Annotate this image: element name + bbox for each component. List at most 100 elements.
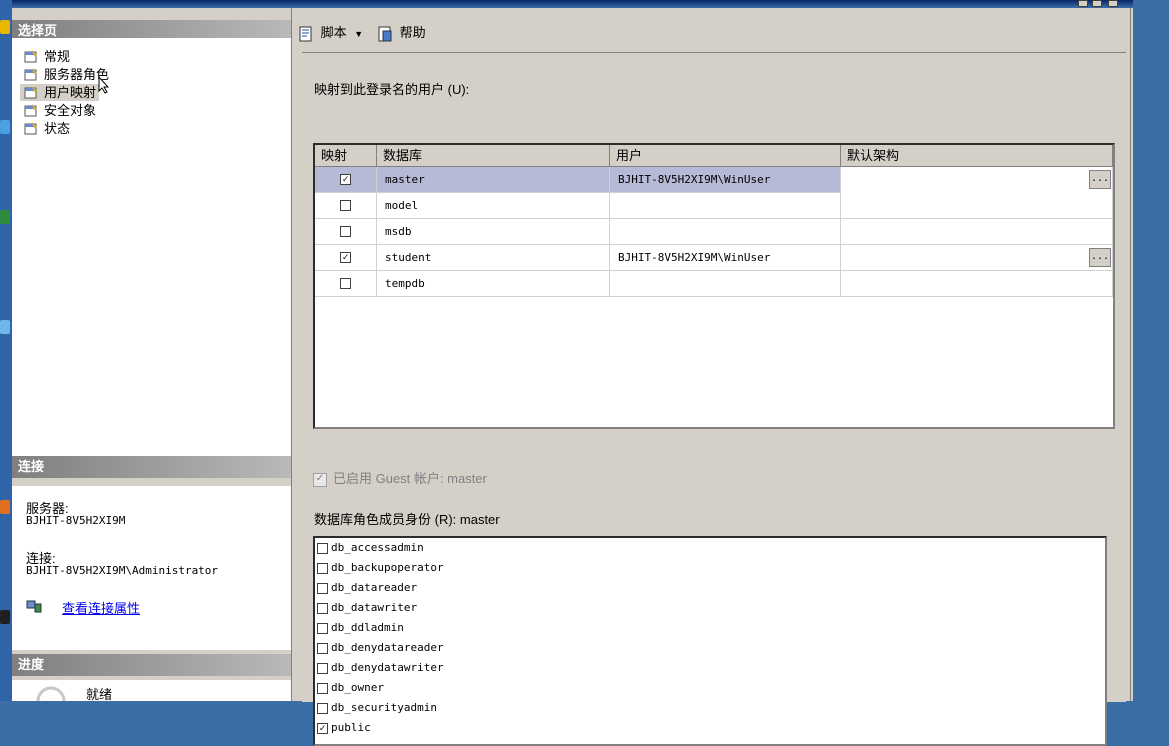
schema-cell[interactable]: ...	[841, 245, 1113, 271]
role-name: db_ddladmin	[331, 621, 404, 634]
column-header-mapped[interactable]: 映射	[315, 145, 377, 167]
role-name: db_securityadmin	[331, 701, 437, 714]
mapped-cell	[315, 271, 377, 297]
mapped-checkbox[interactable]	[340, 226, 351, 237]
role-name: public	[331, 721, 371, 734]
script-icon	[299, 26, 312, 42]
view-connection-properties-link[interactable]: 查看连接属性	[62, 598, 140, 617]
role-checkbox[interactable]	[317, 702, 328, 714]
role-item[interactable]: db_accessadmin	[317, 539, 424, 557]
role-name: db_denydatareader	[331, 641, 444, 654]
help-button[interactable]: 帮助	[377, 24, 426, 42]
table-row[interactable]: msdb	[315, 219, 1113, 245]
roles-caption: 数据库角色成员身份 (R): master	[314, 512, 500, 527]
title-bar[interactable]	[12, 0, 1133, 8]
role-item[interactable]: db_datareader	[317, 579, 417, 597]
table-row[interactable]: tempdb	[315, 271, 1113, 297]
desktop-icon[interactable]	[0, 210, 10, 224]
user-cell[interactable]	[610, 219, 841, 245]
role-item[interactable]: db_securityadmin	[317, 699, 437, 717]
role-item[interactable]: db_owner	[317, 679, 384, 697]
user-cell[interactable]: BJHIT-8V5H2XI9M\WinUser	[610, 245, 841, 271]
schema-cell[interactable]: ...	[841, 167, 1113, 193]
user-mapping-grid[interactable]: 映射 数据库 用户 默认架构 ✓ master BJHIT-8V5H2XI9M\…	[313, 143, 1115, 429]
role-checkbox[interactable]	[317, 562, 328, 574]
browse-schema-button[interactable]: ...	[1089, 248, 1111, 267]
user-cell[interactable]	[610, 271, 841, 297]
role-name: db_datawriter	[331, 601, 418, 614]
connection-value: BJHIT-8V5H2XI9M\Administrator	[26, 564, 219, 577]
role-checkbox[interactable]	[317, 542, 328, 554]
database-cell: tempdb	[377, 271, 610, 297]
role-checkbox[interactable]	[317, 602, 328, 614]
role-item[interactable]: db_denydatawriter	[317, 659, 444, 677]
role-item[interactable]: db_denydatareader	[317, 639, 444, 657]
desktop-icon[interactable]	[0, 120, 10, 134]
desktop-icon[interactable]	[0, 610, 10, 624]
guest-label: 已启用 Guest 帐户: master	[333, 471, 487, 486]
page-label: 用户映射	[44, 85, 97, 100]
role-checkbox[interactable]	[317, 662, 328, 674]
mapped-checkbox[interactable]	[340, 278, 351, 289]
column-header-database[interactable]: 数据库	[377, 145, 610, 167]
table-row[interactable]: ✓ master BJHIT-8V5H2XI9M\WinUser ...	[315, 167, 1113, 193]
page-list: 常规 服务器角色 用户映射 安全对象 状态	[12, 38, 291, 456]
schema-cell[interactable]	[841, 219, 1113, 245]
page-label: 常规	[44, 49, 71, 64]
login-properties-window: 选择页 常规 服务器角色 用户映射 安全对象 状态 连接 服务器: BJHIT-…	[12, 0, 1133, 746]
database-cell: model	[377, 193, 610, 219]
page-item-user-mapping[interactable]: 用户映射	[20, 84, 100, 101]
desktop-icon[interactable]	[0, 500, 10, 514]
page-label: 状态	[44, 121, 71, 136]
progress-status: 就绪	[86, 687, 113, 702]
progress-spinner-icon	[36, 686, 66, 701]
script-label: 脚本	[320, 25, 347, 40]
table-row[interactable]: ✓ student BJHIT-8V5H2XI9M\WinUser ...	[315, 245, 1113, 271]
database-cell: student	[377, 245, 610, 271]
close-button[interactable]	[1108, 0, 1118, 7]
role-checkbox[interactable]	[317, 622, 328, 634]
column-header-default-schema[interactable]: 默认架构	[841, 145, 1113, 167]
user-mapping-content: 映射到此登录名的用户 (U): 映射 数据库 用户 默认架构 ✓ master …	[302, 52, 1126, 746]
role-checkbox[interactable]: ✓	[317, 722, 328, 734]
page-item-status[interactable]: 状态	[20, 120, 73, 137]
schema-cell[interactable]	[841, 193, 1113, 219]
desktop-icon[interactable]	[0, 320, 10, 334]
page-icon	[24, 104, 37, 117]
mapped-checkbox[interactable]: ✓	[340, 174, 351, 185]
server-value: BJHIT-8V5H2XI9M	[26, 514, 126, 527]
role-checkbox[interactable]	[317, 582, 328, 594]
mapped-cell	[315, 219, 377, 245]
minimize-button[interactable]	[1078, 0, 1088, 7]
role-item[interactable]: db_ddladmin	[317, 619, 404, 637]
help-icon	[378, 26, 392, 42]
column-header-user[interactable]: 用户	[610, 145, 841, 167]
user-cell[interactable]: BJHIT-8V5H2XI9M\WinUser	[610, 167, 841, 193]
role-name: db_owner	[331, 681, 384, 694]
table-row[interactable]: model	[315, 193, 1113, 219]
script-button[interactable]: 脚本 ▼	[298, 24, 363, 42]
mapped-cell: ✓	[315, 167, 377, 193]
user-cell[interactable]	[610, 193, 841, 219]
mapped-cell	[315, 193, 377, 219]
page-item-securables[interactable]: 安全对象	[20, 102, 99, 119]
role-name: db_datareader	[331, 581, 418, 594]
role-item[interactable]: db_backupoperator	[317, 559, 444, 577]
role-membership-list[interactable]: db_accessadmin db_backupoperator db_data…	[313, 536, 1107, 746]
mapped-cell: ✓	[315, 245, 377, 271]
role-item[interactable]: ✓ public	[317, 719, 371, 737]
maximize-button[interactable]	[1092, 0, 1102, 7]
role-checkbox[interactable]	[317, 642, 328, 654]
mapping-caption: 映射到此登录名的用户 (U):	[314, 82, 470, 97]
browse-schema-button[interactable]: ...	[1089, 170, 1111, 189]
left-panel: 选择页 常规 服务器角色 用户映射 安全对象 状态 连接 服务器: BJHIT-…	[12, 8, 291, 702]
role-checkbox[interactable]	[317, 682, 328, 694]
mapped-checkbox[interactable]: ✓	[340, 252, 351, 263]
page-item-general[interactable]: 常规	[20, 48, 73, 65]
role-item[interactable]: db_datawriter	[317, 599, 417, 617]
schema-cell[interactable]	[841, 271, 1113, 297]
desktop-strip	[0, 0, 12, 701]
mapped-checkbox[interactable]	[340, 200, 351, 211]
connection-header: 连接	[12, 456, 291, 478]
desktop-icon[interactable]	[0, 20, 10, 34]
